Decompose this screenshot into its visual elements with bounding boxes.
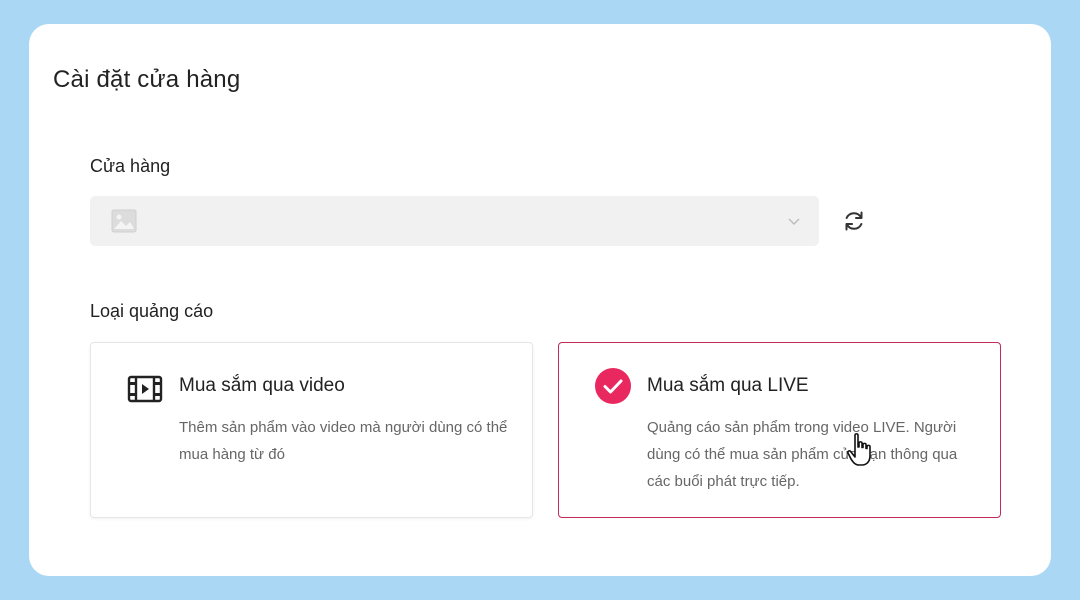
store-select[interactable] bbox=[90, 196, 819, 246]
ad-type-option-live[interactable]: Mua sắm qua LIVE Quảng cáo sản phẩm tron… bbox=[558, 342, 1001, 518]
option-description: Thêm sản phẩm vào video mà người dùng có… bbox=[179, 419, 508, 463]
image-icon bbox=[111, 209, 137, 233]
store-settings-panel: Cài đặt cửa hàng Cửa hàng Loại quảng cáo bbox=[29, 24, 1051, 576]
ad-type-label: Loại quảng cáo bbox=[90, 301, 214, 321]
hand-cursor-icon bbox=[847, 433, 871, 466]
page-title: Cài đặt cửa hàng bbox=[53, 66, 241, 93]
film-icon bbox=[127, 375, 163, 403]
option-title: Mua sắm qua video bbox=[179, 375, 345, 396]
chevron-down-icon bbox=[788, 218, 800, 226]
refresh-icon[interactable] bbox=[841, 208, 867, 234]
option-description: Quảng cáo sản phẩm trong video LIVE. Ngư… bbox=[647, 419, 958, 490]
option-title: Mua sắm qua LIVE bbox=[647, 375, 809, 396]
store-label: Cửa hàng bbox=[90, 156, 171, 176]
ad-type-option-video[interactable]: Mua sắm qua video Thêm sản phẩm vào vide… bbox=[90, 342, 533, 518]
check-circle-icon bbox=[595, 368, 631, 404]
